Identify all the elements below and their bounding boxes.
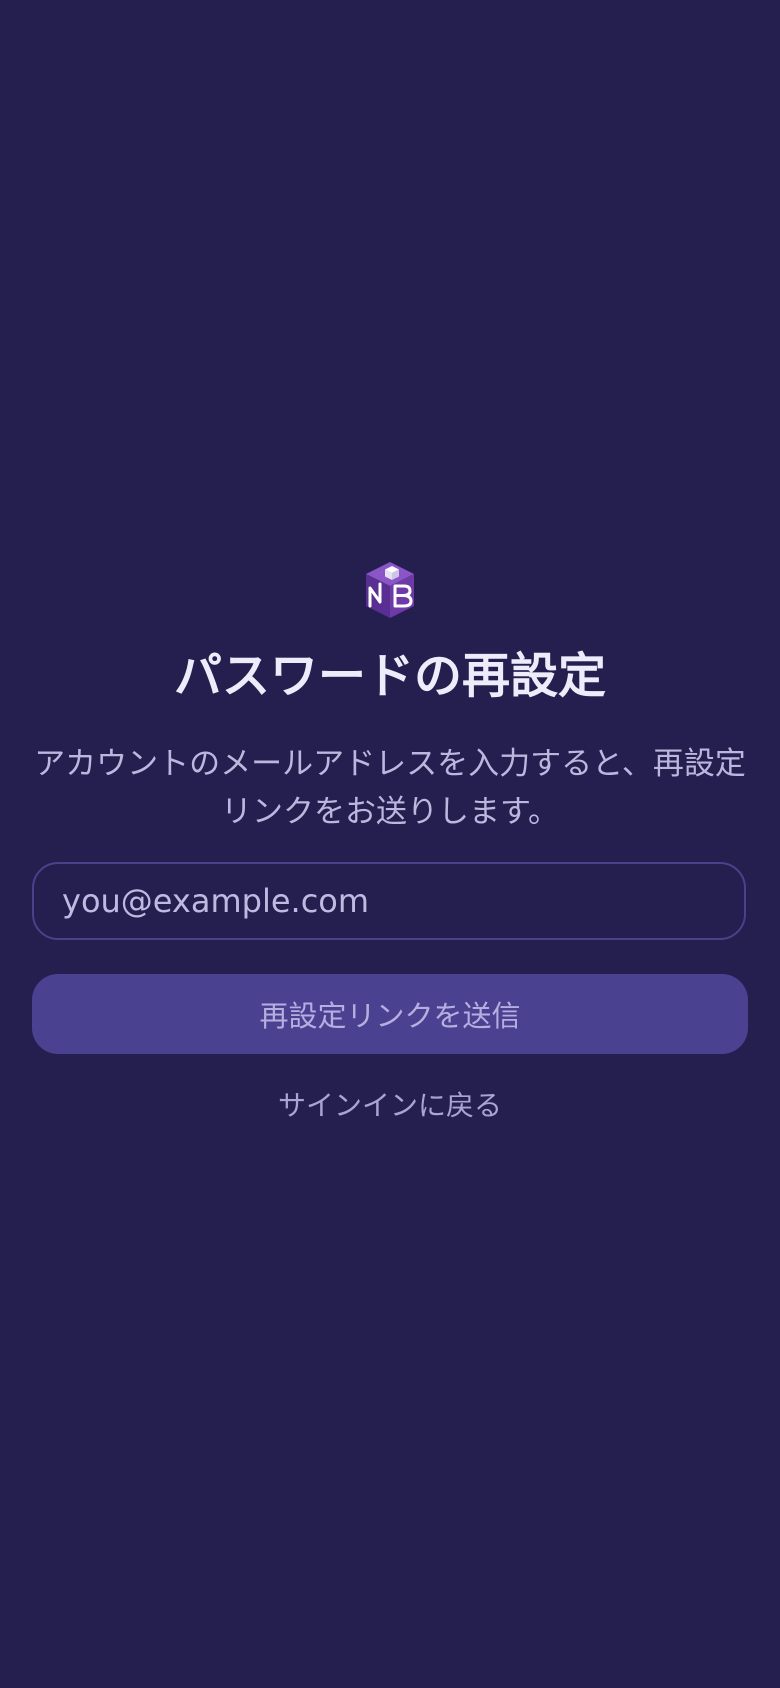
- back-to-sign-in-link[interactable]: サインインに戻る: [0, 1086, 780, 1126]
- send-reset-link-button[interactable]: 再設定リンクを送信: [32, 974, 748, 1054]
- email-input[interactable]: [32, 862, 746, 940]
- nb-cube-logo-icon: [362, 560, 418, 620]
- page-title: パスワードの再設定: [173, 648, 606, 704]
- password-reset-screen: パスワードの再設定 アカウントのメールアドレスを入力すると、再設定リンクをお送り…: [0, 0, 780, 1688]
- page-description: アカウントのメールアドレスを入力すると、再設定リンクをお送りします。: [34, 746, 746, 830]
